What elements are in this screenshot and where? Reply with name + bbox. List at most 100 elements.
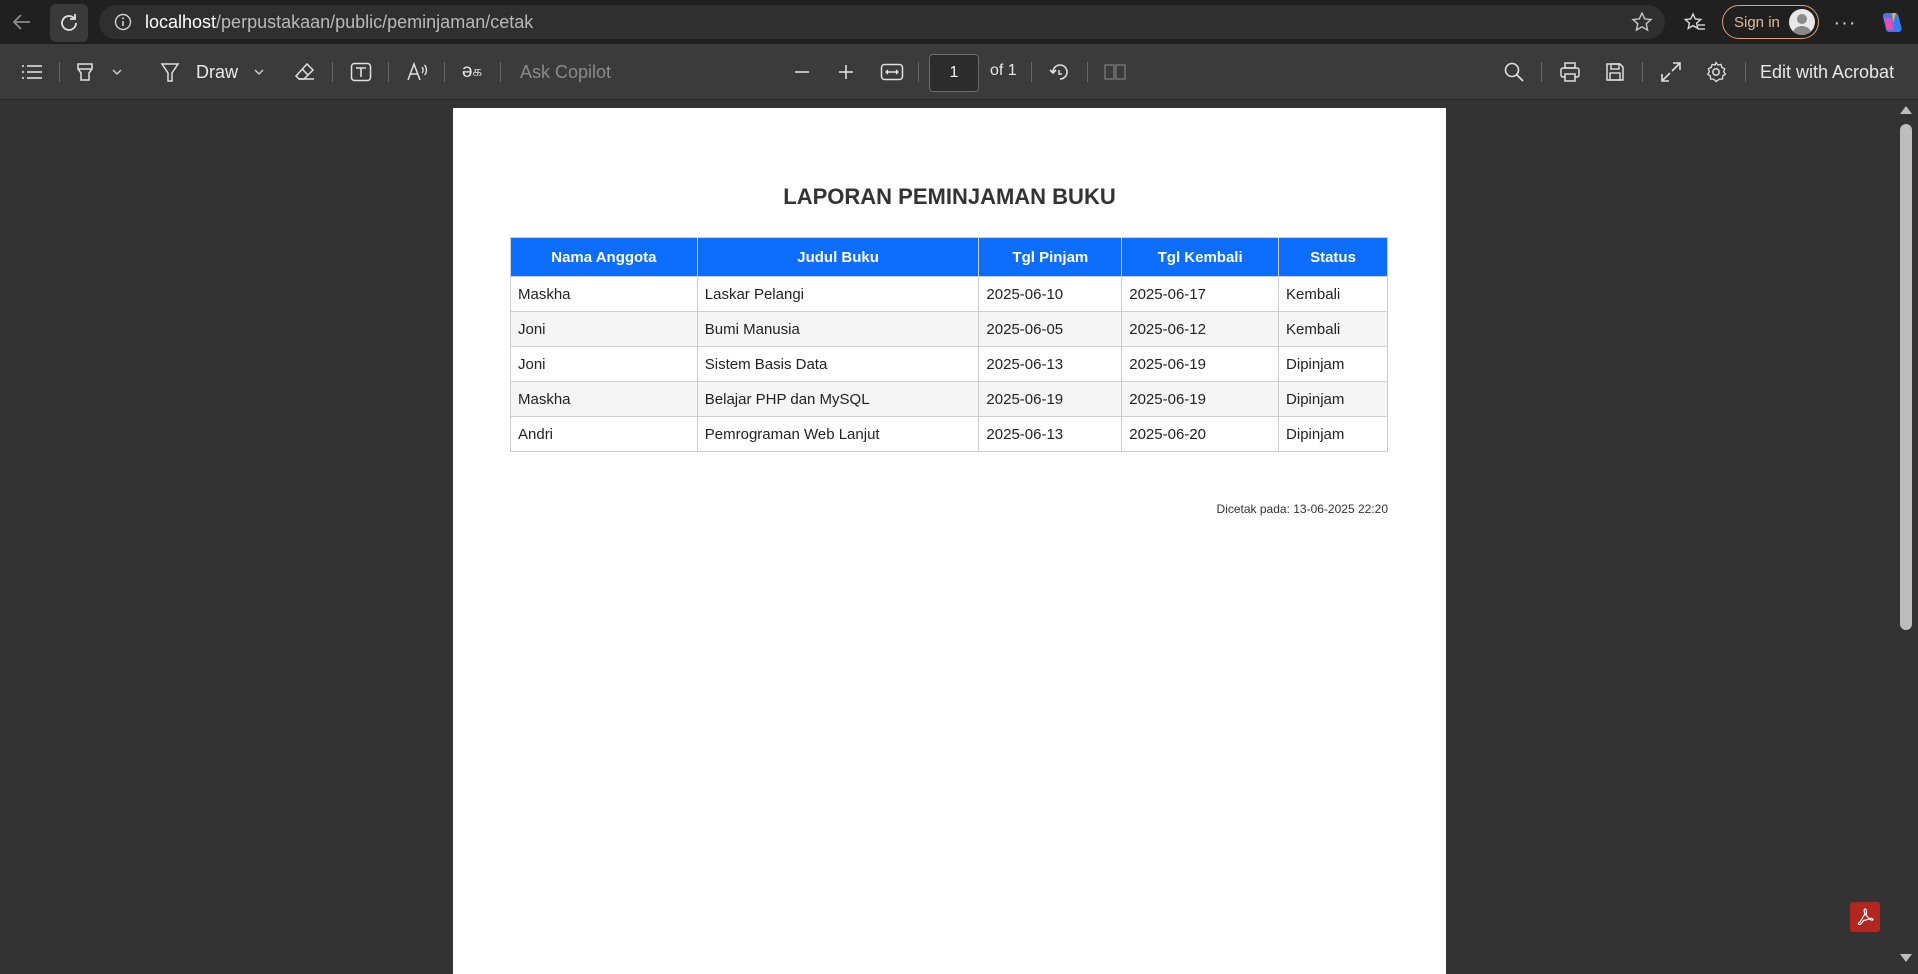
table-cell: Dipinjam <box>1278 416 1388 452</box>
table-cell: Dipinjam <box>1278 381 1388 417</box>
table-cell: 2025-06-17 <box>1121 276 1280 312</box>
textbox-icon[interactable] <box>348 56 374 88</box>
toolbar-separator <box>1642 62 1643 82</box>
back-button[interactable] <box>0 0 44 44</box>
avatar-icon <box>1789 9 1815 35</box>
toolbar-separator <box>1031 62 1032 82</box>
pdf-toolbar: Draw əக Ask Copilot 1 of 1 Edit with Acr… <box>0 44 1918 100</box>
table-cell: Joni <box>510 346 698 382</box>
reload-button[interactable] <box>50 4 88 42</box>
table-cell: Sistem Basis Data <box>696 346 980 382</box>
address-bar[interactable]: localhost/perpustakaan/public/peminjaman… <box>99 5 1665 39</box>
pdf-viewer[interactable]: LAPORAN PEMINJAMAN BUKU Nama Anggota Jud… <box>0 100 1918 974</box>
acrobat-icon[interactable] <box>1850 902 1880 932</box>
table-cell: 2025-06-13 <box>978 346 1123 382</box>
draw-label: Draw <box>195 61 238 82</box>
draw-button[interactable]: Draw <box>194 56 240 88</box>
edit-with-acrobat-label: Edit with Acrobat <box>1760 61 1895 82</box>
table-cell: Pemrograman Web Lanjut <box>696 416 980 452</box>
printed-at-text: Dicetak pada: 13-06-2025 22:20 <box>1216 502 1388 516</box>
url-text: localhost/perpustakaan/public/peminjaman… <box>145 12 533 33</box>
table-cell: 2025-06-20 <box>1121 416 1280 452</box>
toolbar-separator <box>332 62 333 82</box>
table-cell: 2025-06-19 <box>1121 381 1280 417</box>
draw-dropdown-icon[interactable] <box>250 56 268 88</box>
pdf-page: LAPORAN PEMINJAMAN BUKU Nama Anggota Jud… <box>453 108 1446 974</box>
favorites-icon <box>1683 12 1705 30</box>
fullscreen-icon[interactable] <box>1657 56 1685 88</box>
site-info-icon[interactable] <box>105 5 141 39</box>
column-header: Tgl Pinjam <box>978 237 1123 277</box>
translate-icon[interactable]: əக <box>458 56 486 88</box>
table-cell: 2025-06-05 <box>978 311 1123 347</box>
highlight-dropdown-icon[interactable] <box>108 56 126 88</box>
toolbar-separator <box>59 62 60 82</box>
read-aloud-icon[interactable] <box>404 56 430 88</box>
edit-with-acrobat-button[interactable]: Edit with Acrobat <box>1760 56 1910 88</box>
table-cell: Bumi Manusia <box>696 311 980 347</box>
table-cell: Maskha <box>510 381 698 417</box>
column-header: Nama Anggota <box>510 237 698 277</box>
table-row: Andri Pemrograman Web Lanjut 2025-06-13 … <box>510 416 1388 452</box>
print-icon[interactable] <box>1556 56 1584 88</box>
zoom-out-icon[interactable] <box>789 56 815 88</box>
favorite-star-icon[interactable] <box>1631 11 1653 33</box>
copilot-icon[interactable] <box>1876 8 1906 38</box>
page-number-input[interactable]: 1 <box>929 54 979 92</box>
favorites-button[interactable] <box>1680 8 1710 38</box>
table-cell: Laskar Pelangi <box>696 276 980 312</box>
url-path: /perpustakaan/public/peminjaman/cetak <box>216 11 534 32</box>
zoom-in-icon[interactable] <box>833 56 859 88</box>
fit-width-icon[interactable] <box>877 56 907 88</box>
highlight-icon[interactable] <box>72 56 98 88</box>
toolbar-separator <box>1745 62 1746 82</box>
table-cell: Maskha <box>510 276 698 312</box>
table-cell: Kembali <box>1278 276 1388 312</box>
column-header: Tgl Kembali <box>1121 237 1280 277</box>
column-header: Status <box>1278 237 1388 277</box>
table-cell: 2025-06-19 <box>978 381 1123 417</box>
column-header: Judul Buku <box>696 237 980 277</box>
report-table: Nama Anggota Judul Buku Tgl Pinjam Tgl K… <box>510 237 1388 452</box>
table-row: Maskha Belajar PHP dan MySQL 2025-06-19 … <box>510 381 1388 417</box>
scroll-down-icon[interactable] <box>1900 954 1912 962</box>
table-row: Joni Bumi Manusia 2025-06-05 2025-06-12 … <box>510 311 1388 347</box>
search-icon[interactable] <box>1500 56 1528 88</box>
contents-icon[interactable] <box>18 56 46 88</box>
ask-copilot-label: Ask Copilot <box>520 61 612 82</box>
table-cell: 2025-06-12 <box>1121 311 1280 347</box>
reload-icon <box>61 14 77 31</box>
draw-icon[interactable] <box>156 56 184 88</box>
ask-copilot-button[interactable]: Ask Copilot <box>520 56 630 88</box>
page-view-icon[interactable] <box>1101 56 1129 88</box>
toolbar-separator <box>1087 62 1088 82</box>
toolbar-separator <box>388 62 389 82</box>
save-icon[interactable] <box>1601 56 1629 88</box>
table-cell: Belajar PHP dan MySQL <box>696 381 980 417</box>
sign-in-label: Sign in <box>1734 13 1780 31</box>
browser-bar: localhost/perpustakaan/public/peminjaman… <box>0 0 1918 44</box>
toolbar-separator <box>500 62 501 82</box>
rotate-icon[interactable] <box>1046 56 1074 88</box>
table-cell: Kembali <box>1278 311 1388 347</box>
table-cell: Joni <box>510 311 698 347</box>
toolbar-separator <box>1541 62 1542 82</box>
report-title: LAPORAN PEMINJAMAN BUKU <box>783 184 1116 209</box>
eraser-icon[interactable] <box>292 56 318 88</box>
sign-in-button[interactable]: Sign in <box>1722 5 1819 39</box>
table-cell: 2025-06-10 <box>978 276 1123 312</box>
more-button[interactable]: ··· <box>1830 8 1860 38</box>
url-host: localhost <box>145 11 217 32</box>
scroll-up-icon[interactable] <box>1900 106 1912 114</box>
table-row: Maskha Laskar Pelangi 2025-06-10 2025-06… <box>510 276 1388 312</box>
table-cell: 2025-06-13 <box>978 416 1123 452</box>
back-arrow-icon <box>12 14 30 30</box>
toolbar-separator <box>444 62 445 82</box>
toolbar-separator <box>918 62 919 82</box>
scrollbar-thumb[interactable] <box>1900 124 1912 630</box>
settings-icon[interactable] <box>1702 56 1730 88</box>
table-cell: Dipinjam <box>1278 346 1388 382</box>
table-row: Joni Sistem Basis Data 2025-06-13 2025-0… <box>510 346 1388 382</box>
page-total-label: of 1 <box>990 62 1017 79</box>
table-header-row: Nama Anggota Judul Buku Tgl Pinjam Tgl K… <box>510 237 1388 277</box>
